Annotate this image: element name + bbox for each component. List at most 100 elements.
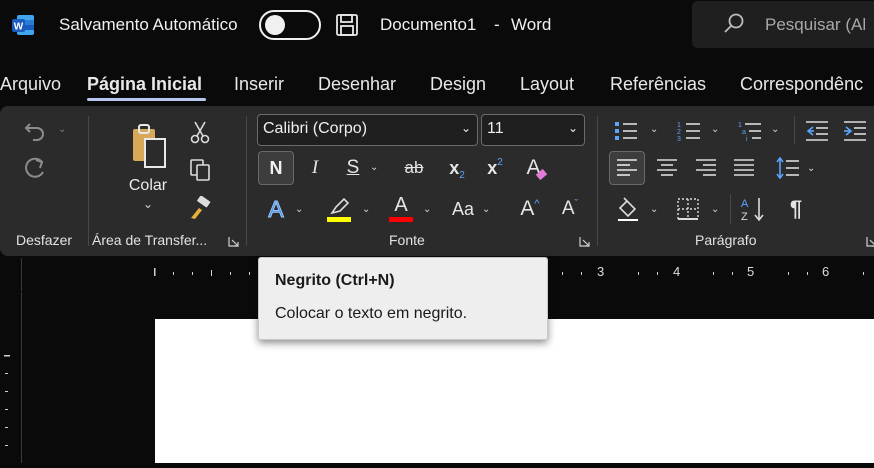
svg-text:W: W [14,22,24,33]
line-spacing-dropdown-icon[interactable]: ⌄ [807,163,815,174]
undo-icon [24,123,44,141]
underline-dropdown-icon[interactable]: ⌄ [370,162,378,173]
borders-button[interactable] [672,192,704,226]
justify-icon [734,159,754,176]
tab-layout[interactable]: Layout [520,74,574,95]
multilevel-list-button[interactable]: 1 a i [735,116,765,146]
change-case-button[interactable]: Aa [446,192,480,226]
highlight-button[interactable] [322,192,356,226]
line-spacing-button[interactable] [772,151,804,185]
tooltip-description: Colocar o texto em negrito. [275,305,468,322]
bullets-button[interactable] [611,116,641,146]
align-left-icon [617,159,637,176]
paragraph-dialog-launcher-icon[interactable] [866,234,874,247]
bold-button[interactable]: N [258,151,294,185]
cut-button[interactable] [186,118,214,146]
tab-pagina-inicial[interactable]: Página Inicial [87,74,202,95]
sort-button[interactable]: A Z [736,192,770,226]
font-size-value: 11 [487,120,504,137]
increase-indent-button[interactable] [840,116,870,146]
change-case-dropdown-icon[interactable]: ⌄ [482,204,490,215]
shading-button[interactable] [611,192,645,226]
redo-button[interactable] [20,154,50,184]
autosave-toggle[interactable] [259,10,321,40]
redo-icon [25,157,44,178]
undo-group-label: Desfazer [16,232,73,248]
subscript-glyph: x [449,157,460,178]
tab-referencias[interactable]: Referências [610,74,706,95]
paste-button[interactable]: Colar ⌄ [123,116,173,216]
bullets-icon [615,122,637,140]
align-center-button[interactable] [651,151,683,185]
decrease-indent-button[interactable] [802,116,832,146]
underline-button[interactable]: S [338,151,368,185]
font-size-combo[interactable]: 11 ⌄ [481,114,585,146]
font-color-bar [389,217,413,222]
tab-correspondencias[interactable]: Correspondênc [740,74,863,95]
font-dialog-launcher-icon[interactable] [579,234,590,247]
undo-dropdown-icon[interactable]: ⌄ [58,124,66,135]
format-painter-button[interactable] [186,194,214,222]
strikethrough-button[interactable]: ab [397,151,431,185]
title-bar: W Salvamento Automático Documento1 - Wor… [0,0,874,52]
bold-tooltip: Negrito (Ctrl+N) Colocar o texto em negr… [258,257,548,340]
font-color-button[interactable]: A [386,192,416,226]
tab-arquivo[interactable]: Arquivo [0,74,61,95]
document-page[interactable] [155,319,874,463]
tooltip-title: Negrito (Ctrl+N) [275,272,395,289]
word-icon[interactable]: W [11,13,35,37]
shading-dropdown-icon[interactable]: ⌄ [650,204,658,215]
shrink-font-glyph: A [561,198,575,219]
borders-dropdown-icon[interactable]: ⌄ [711,204,719,215]
clipboard-dialog-launcher-icon[interactable] [228,234,239,247]
numbering-button[interactable]: 1 2 3 [674,116,704,146]
ruler-number: 5 [747,264,755,279]
search-box[interactable]: Pesquisar (Al [692,1,874,48]
copy-button[interactable] [186,156,214,184]
svg-text:1: 1 [738,122,742,129]
caret-up-icon: ^ [534,198,540,210]
pilcrow-icon: ¶ [789,196,803,221]
font-name-value: Calibri (Corpo) [263,120,368,137]
font-name-combo[interactable]: Calibri (Corpo) ⌄ [257,114,478,146]
text-effects-dropdown-icon[interactable]: ⌄ [295,204,303,215]
text-effects-glyph: A [268,195,284,222]
text-effects-button[interactable]: A [260,192,292,226]
ribbon: ⌄ Desfazer Colar ⌄ Área de Transfer... C… [0,106,874,256]
italic-button[interactable]: I [300,151,330,185]
paste-icon [133,124,166,168]
highlight-dropdown-icon[interactable]: ⌄ [362,204,370,215]
shrink-font-button[interactable]: A ˇ [554,192,586,226]
toggle-knob [265,15,285,35]
tab-desenhar[interactable]: Desenhar [318,74,396,95]
superscript-mark: 2 [497,156,503,168]
numbering-dropdown-icon[interactable]: ⌄ [711,124,719,135]
justify-button[interactable] [728,151,760,185]
ruler-corner [0,258,22,291]
align-right-button[interactable] [690,151,722,185]
multilevel-list-icon: 1 a i [738,122,761,143]
title-separator: - [494,15,500,34]
format-painter-icon [191,196,211,219]
italic-glyph: I [311,157,319,178]
autosave-label: Salvamento Automático [59,15,238,34]
align-left-button[interactable] [609,151,645,185]
paragraph-group-label: Parágrafo [695,232,757,248]
align-right-icon [696,159,716,176]
save-icon[interactable] [335,13,359,37]
font-color-glyph: A [394,194,408,216]
undo-button[interactable] [20,116,50,146]
grow-font-button[interactable]: A ^ [514,192,546,226]
numbering-icon: 1 2 3 [677,122,700,143]
subscript-button[interactable]: x 2 [442,151,472,185]
bullets-dropdown-icon[interactable]: ⌄ [650,124,658,135]
line-spacing-icon [776,156,799,180]
superscript-button[interactable]: x 2 [480,151,510,185]
show-marks-button[interactable]: ¶ [780,192,812,226]
font-color-dropdown-icon[interactable]: ⌄ [423,204,431,215]
multilevel-dropdown-icon[interactable]: ⌄ [771,124,779,135]
clear-formatting-button[interactable]: A [520,151,552,185]
svg-text:2: 2 [677,129,681,136]
tab-inserir[interactable]: Inserir [234,74,284,95]
tab-design[interactable]: Design [430,74,486,95]
